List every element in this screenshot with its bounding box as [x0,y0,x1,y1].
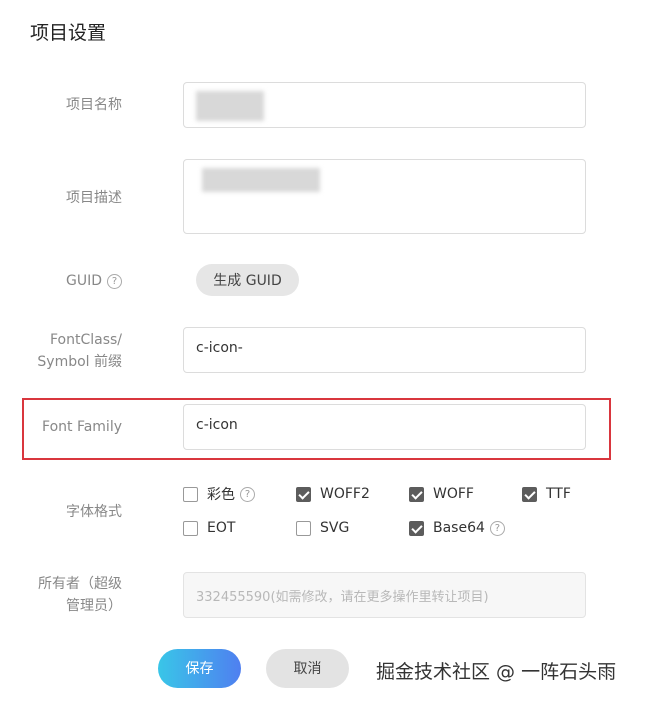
owner-value: 332455590(如需修改，请在更多操作里转让项目) [196,590,489,605]
guid-help-icon[interactable]: ? [107,273,122,289]
checkbox-svg-box[interactable] [296,520,311,536]
checkbox-svg-label: SVG [320,520,350,536]
checkbox-woff-label: WOFF [433,486,474,502]
checkbox-woff[interactable]: WOFF [409,484,474,504]
checkbox-color-box[interactable] [183,486,198,502]
checkbox-woff2-box[interactable] [296,486,311,502]
checkbox-ttf[interactable]: TTF [522,484,571,504]
font-family-input[interactable]: c-icon [183,404,586,450]
project-name-label: 项目名称 [66,97,122,113]
checkbox-base64-box[interactable] [409,520,424,536]
checkbox-woff2[interactable]: WOFF2 [296,484,370,504]
page-title: 项目设置 [30,22,107,44]
guid-label-text: GUID [65,273,102,289]
checkbox-eot-box[interactable] [183,520,198,536]
redacted-description [202,168,320,192]
checkbox-color[interactable]: 彩色 ? [183,484,255,504]
fontclass-label-line2: Symbol 前缀 [37,354,122,370]
base64-help-icon[interactable]: ? [489,520,505,536]
cancel-button[interactable]: 取消 [266,649,349,688]
generate-guid-button[interactable]: 生成 GUID [196,264,299,296]
owner-input: 332455590(如需修改，请在更多操作里转让项目) [183,572,586,618]
project-name-input[interactable] [183,82,586,128]
owner-label-line1: 所有者（超级 [38,576,122,592]
font-family-value: c-icon [196,417,238,433]
guid-label: GUID? [0,270,122,292]
font-family-label: Font Family [42,419,122,435]
checkbox-base64[interactable]: Base64 ? [409,518,505,538]
save-button[interactable]: 保存 [158,649,241,688]
checkbox-color-label: 彩色 [207,487,235,503]
project-description-textarea[interactable] [183,159,586,234]
checkbox-ttf-box[interactable] [522,486,537,502]
fontclass-label: FontClass/ Symbol 前缀 [0,329,122,373]
project-description-label: 项目描述 [66,190,122,206]
checkbox-base64-label: Base64 [433,520,485,536]
redacted-name [196,91,264,121]
owner-label-line2: 管理员） [66,598,122,614]
fontclass-prefix-input[interactable]: c-icon- [183,327,586,373]
owner-label: 所有者（超级 管理员） [0,573,122,617]
fontclass-label-line1: FontClass/ [49,332,122,348]
color-help-icon[interactable]: ? [240,486,255,502]
checkbox-eot-label: EOT [207,520,236,536]
checkbox-ttf-label: TTF [546,486,571,502]
watermark-text: 掘金技术社区 @ 一阵石头雨 [376,661,617,683]
font-format-label: 字体格式 [66,504,122,520]
checkbox-woff-box[interactable] [409,486,424,502]
checkbox-woff2-label: WOFF2 [320,486,370,502]
checkbox-eot[interactable]: EOT [183,518,235,538]
fontclass-prefix-value: c-icon- [196,340,243,356]
checkbox-svg[interactable]: SVG [296,518,349,538]
